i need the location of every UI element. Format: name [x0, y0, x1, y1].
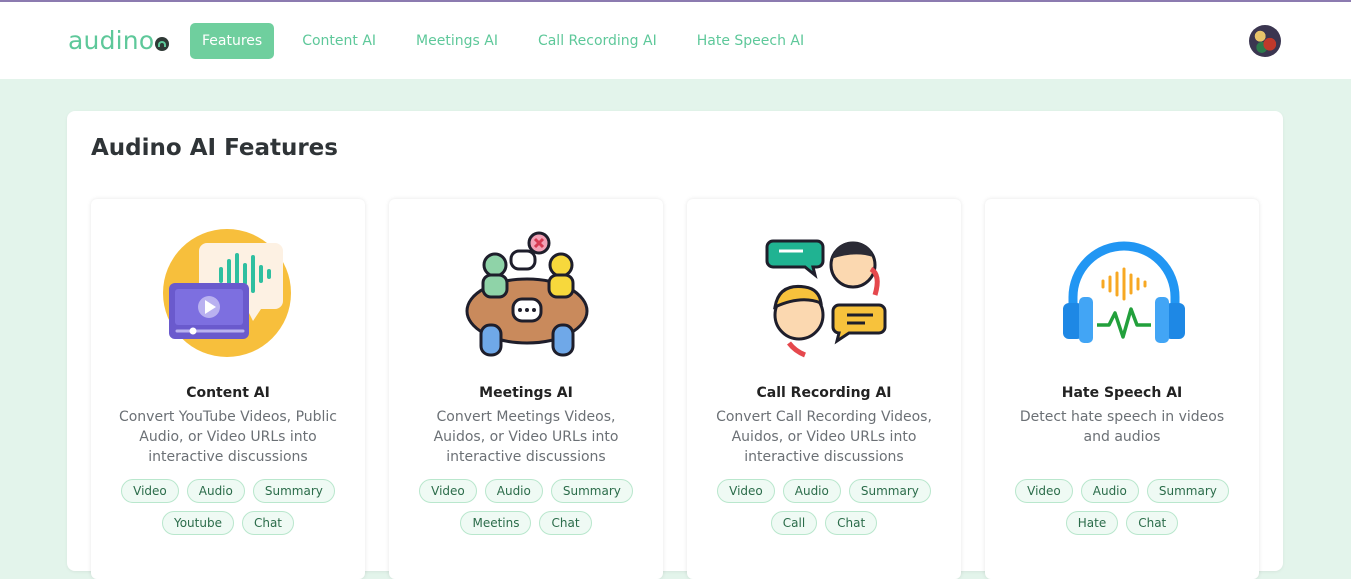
- features-panel: Audino AI Features Content AI Convert Yo…: [67, 111, 1283, 579]
- tag-video: Video: [1015, 479, 1073, 503]
- tag-audio: Audio: [782, 479, 841, 503]
- tag-video: Video: [121, 479, 179, 503]
- user-avatar[interactable]: [1249, 25, 1281, 57]
- feature-card-content-ai[interactable]: Content AI Convert YouTube Videos, Publi…: [91, 199, 365, 579]
- page-title: Audino AI Features: [91, 135, 338, 161]
- tag-list: Video Audio Summary Youtube Chat: [91, 479, 365, 535]
- brand-name: audino: [68, 26, 155, 55]
- nav-item-features[interactable]: Features: [190, 23, 275, 59]
- tag-video: Video: [717, 479, 775, 503]
- tag-chat: Chat: [825, 511, 878, 535]
- main-nav: Features Content AI Meetings AI Call Rec…: [190, 23, 832, 59]
- tag-audio: Audio: [484, 479, 543, 503]
- headphones-illustration-icon: [1063, 241, 1185, 343]
- phone-call-illustration-icon: [765, 239, 887, 358]
- card-description: Detect hate speech in videos and audios: [1019, 409, 1225, 445]
- tag-chat: Chat: [539, 511, 592, 535]
- feature-card-call-recording-ai[interactable]: Call Recording AI Convert Call Recording…: [687, 199, 961, 579]
- headphones-logo-icon: [155, 37, 170, 51]
- feature-card-hate-speech-ai[interactable]: Hate Speech AI Detect hate speech in vid…: [985, 199, 1259, 579]
- tag-summary: Summary: [550, 479, 633, 503]
- tag-chat: Chat: [1126, 511, 1179, 535]
- tag-list: Video Audio Summary Call Chat: [687, 479, 961, 535]
- tag-list: Video Audio Summary Meetins Chat: [389, 479, 663, 535]
- video-chat-illustration-icon: [163, 229, 291, 357]
- nav-item-content-ai[interactable]: Content AI: [290, 23, 388, 59]
- nav-item-call-recording-ai[interactable]: Call Recording AI: [526, 23, 669, 59]
- tag-call: Call: [770, 511, 818, 535]
- feature-card-meetings-ai[interactable]: Meetings AI Convert Meetings Videos, Aui…: [389, 199, 663, 579]
- meeting-table-illustration-icon: [465, 231, 589, 357]
- tag-summary: Summary: [252, 479, 335, 503]
- card-title: Call Recording AI: [756, 385, 892, 401]
- card-title: Content AI: [186, 385, 270, 401]
- card-description: Convert YouTube Videos, Public Audio, or…: [118, 409, 338, 465]
- tag-audio: Audio: [1080, 479, 1139, 503]
- nav-item-hate-speech-ai[interactable]: Hate Speech AI: [685, 23, 816, 59]
- tag-audio: Audio: [186, 479, 245, 503]
- navbar: audino Features Content AI Meetings AI C…: [0, 2, 1351, 79]
- tag-summary: Summary: [848, 479, 931, 503]
- brand-logo[interactable]: audino: [68, 26, 170, 56]
- tag-hate: Hate: [1065, 511, 1119, 535]
- tag-chat: Chat: [241, 511, 295, 535]
- tag-video: Video: [419, 479, 477, 503]
- tag-list: Video Audio Summary Hate Chat: [985, 479, 1259, 535]
- card-title: Meetings AI: [479, 385, 573, 401]
- card-description: Convert Call Recording Videos, Auidos, o…: [716, 409, 932, 465]
- tag-meetins: Meetins: [460, 511, 532, 535]
- nav-item-meetings-ai[interactable]: Meetings AI: [404, 23, 510, 59]
- tag-youtube: Youtube: [161, 511, 234, 535]
- tag-summary: Summary: [1146, 479, 1229, 503]
- card-title: Hate Speech AI: [1061, 385, 1183, 401]
- card-description: Convert Meetings Videos, Auidos, or Vide…: [433, 409, 619, 465]
